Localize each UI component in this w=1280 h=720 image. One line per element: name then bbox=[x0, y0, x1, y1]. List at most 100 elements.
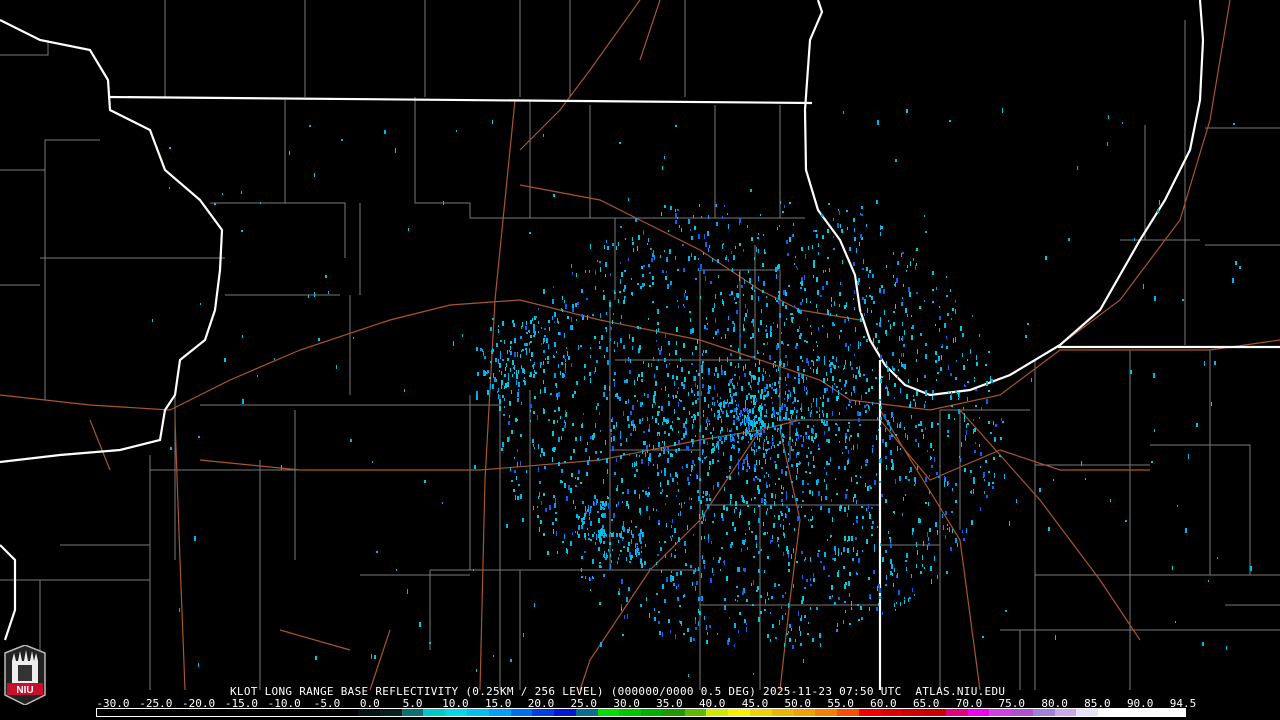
radar-echo bbox=[976, 362, 978, 366]
radar-echo bbox=[739, 276, 740, 281]
radar-echo bbox=[749, 466, 750, 469]
radar-echo bbox=[516, 374, 518, 379]
radar-echo bbox=[842, 260, 843, 264]
radar-echo bbox=[902, 336, 903, 341]
colorbar-swatch bbox=[793, 709, 816, 716]
radar-echo bbox=[858, 344, 859, 347]
radar-echo bbox=[894, 511, 895, 514]
radar-echo bbox=[600, 506, 602, 510]
radar-echo bbox=[901, 353, 902, 357]
radar-echo bbox=[891, 459, 893, 463]
radar-echo bbox=[885, 550, 887, 553]
radar-echo bbox=[902, 297, 903, 299]
radar-echo bbox=[675, 213, 677, 218]
radar-echo bbox=[561, 308, 562, 311]
radar-echo bbox=[889, 378, 890, 380]
radar-echo bbox=[708, 404, 709, 408]
radar-echo bbox=[538, 321, 539, 324]
radar-echo bbox=[826, 421, 828, 426]
radar-echo bbox=[785, 292, 787, 296]
radar-echo bbox=[735, 599, 736, 601]
radar-echo bbox=[661, 388, 662, 390]
radar-echo bbox=[707, 632, 708, 635]
radar-echo bbox=[623, 300, 625, 304]
radar-echo bbox=[801, 600, 803, 604]
radar-echo bbox=[544, 328, 546, 330]
radar-echo bbox=[772, 442, 774, 446]
radar-echo bbox=[670, 425, 672, 429]
radar-echo bbox=[753, 556, 755, 558]
radar-echo bbox=[599, 565, 601, 568]
radar-echo bbox=[818, 252, 819, 255]
radar-echo bbox=[636, 461, 637, 466]
radar-echo bbox=[932, 301, 934, 303]
radar-echo bbox=[858, 619, 860, 621]
radar-echo bbox=[723, 301, 724, 306]
radar-echo bbox=[538, 467, 539, 472]
radar-echo bbox=[523, 633, 524, 637]
radar-echo bbox=[772, 435, 773, 437]
radar-echo bbox=[899, 336, 900, 341]
radar-echo bbox=[902, 322, 903, 326]
radar-echo bbox=[697, 339, 698, 344]
radar-echo bbox=[544, 335, 546, 337]
radar-echo bbox=[871, 310, 872, 313]
radar-echo bbox=[734, 408, 736, 412]
radar-echo bbox=[738, 630, 739, 633]
radar-echo bbox=[853, 262, 855, 266]
radar-echo bbox=[888, 531, 889, 534]
radar-echo bbox=[766, 303, 768, 307]
radar-echo bbox=[863, 374, 865, 376]
radar-echo bbox=[658, 423, 659, 425]
radar-echo bbox=[871, 507, 873, 509]
radar-echo bbox=[801, 277, 803, 281]
radar-echo bbox=[678, 584, 679, 587]
radar-echo bbox=[798, 434, 799, 439]
radar-echo bbox=[674, 555, 676, 558]
radar-echo bbox=[809, 435, 810, 440]
radar-echo bbox=[778, 395, 780, 397]
radar-echo bbox=[841, 229, 843, 233]
radar-echo bbox=[877, 417, 878, 420]
radar-echo bbox=[664, 447, 666, 449]
radar-echo bbox=[687, 525, 688, 530]
radar-echo bbox=[941, 346, 943, 348]
radar-echo bbox=[688, 392, 689, 396]
radar-echo bbox=[869, 512, 870, 514]
radar-echo bbox=[777, 412, 779, 415]
radar-echo bbox=[915, 402, 916, 404]
radar-echo bbox=[529, 348, 530, 352]
radar-echo bbox=[747, 460, 748, 465]
radar-echo bbox=[745, 304, 746, 308]
radar-echo bbox=[502, 359, 504, 361]
radar-echo bbox=[641, 459, 643, 464]
radar-echo bbox=[562, 296, 563, 300]
radar-echo bbox=[824, 361, 825, 365]
radar-echo bbox=[869, 270, 871, 273]
radar-echo bbox=[884, 414, 886, 419]
radar-echo bbox=[640, 559, 642, 564]
radar-echo bbox=[609, 302, 611, 307]
radar-echo bbox=[734, 393, 735, 395]
radar-echo bbox=[653, 508, 654, 511]
radar-echo bbox=[498, 329, 499, 333]
radar-echo bbox=[582, 501, 584, 504]
radar-echo bbox=[832, 356, 834, 359]
colorbar-swatch bbox=[97, 709, 119, 716]
radar-echo bbox=[765, 371, 766, 374]
radar-echo bbox=[722, 216, 723, 219]
radar-echo bbox=[703, 450, 704, 452]
radar-echo bbox=[686, 296, 688, 300]
radar-echo bbox=[678, 431, 679, 433]
radar-echo bbox=[748, 521, 750, 525]
radar-echo bbox=[476, 391, 478, 396]
radar-echo bbox=[701, 216, 702, 218]
radar-echo bbox=[718, 436, 719, 439]
radar-echo bbox=[824, 420, 825, 425]
colorbar-swatch bbox=[1011, 709, 1033, 716]
radar-echo bbox=[573, 500, 574, 504]
radar-echo bbox=[509, 350, 510, 352]
radar-echo bbox=[938, 356, 940, 361]
radar-echo bbox=[928, 502, 929, 506]
radar-echo bbox=[682, 466, 683, 469]
